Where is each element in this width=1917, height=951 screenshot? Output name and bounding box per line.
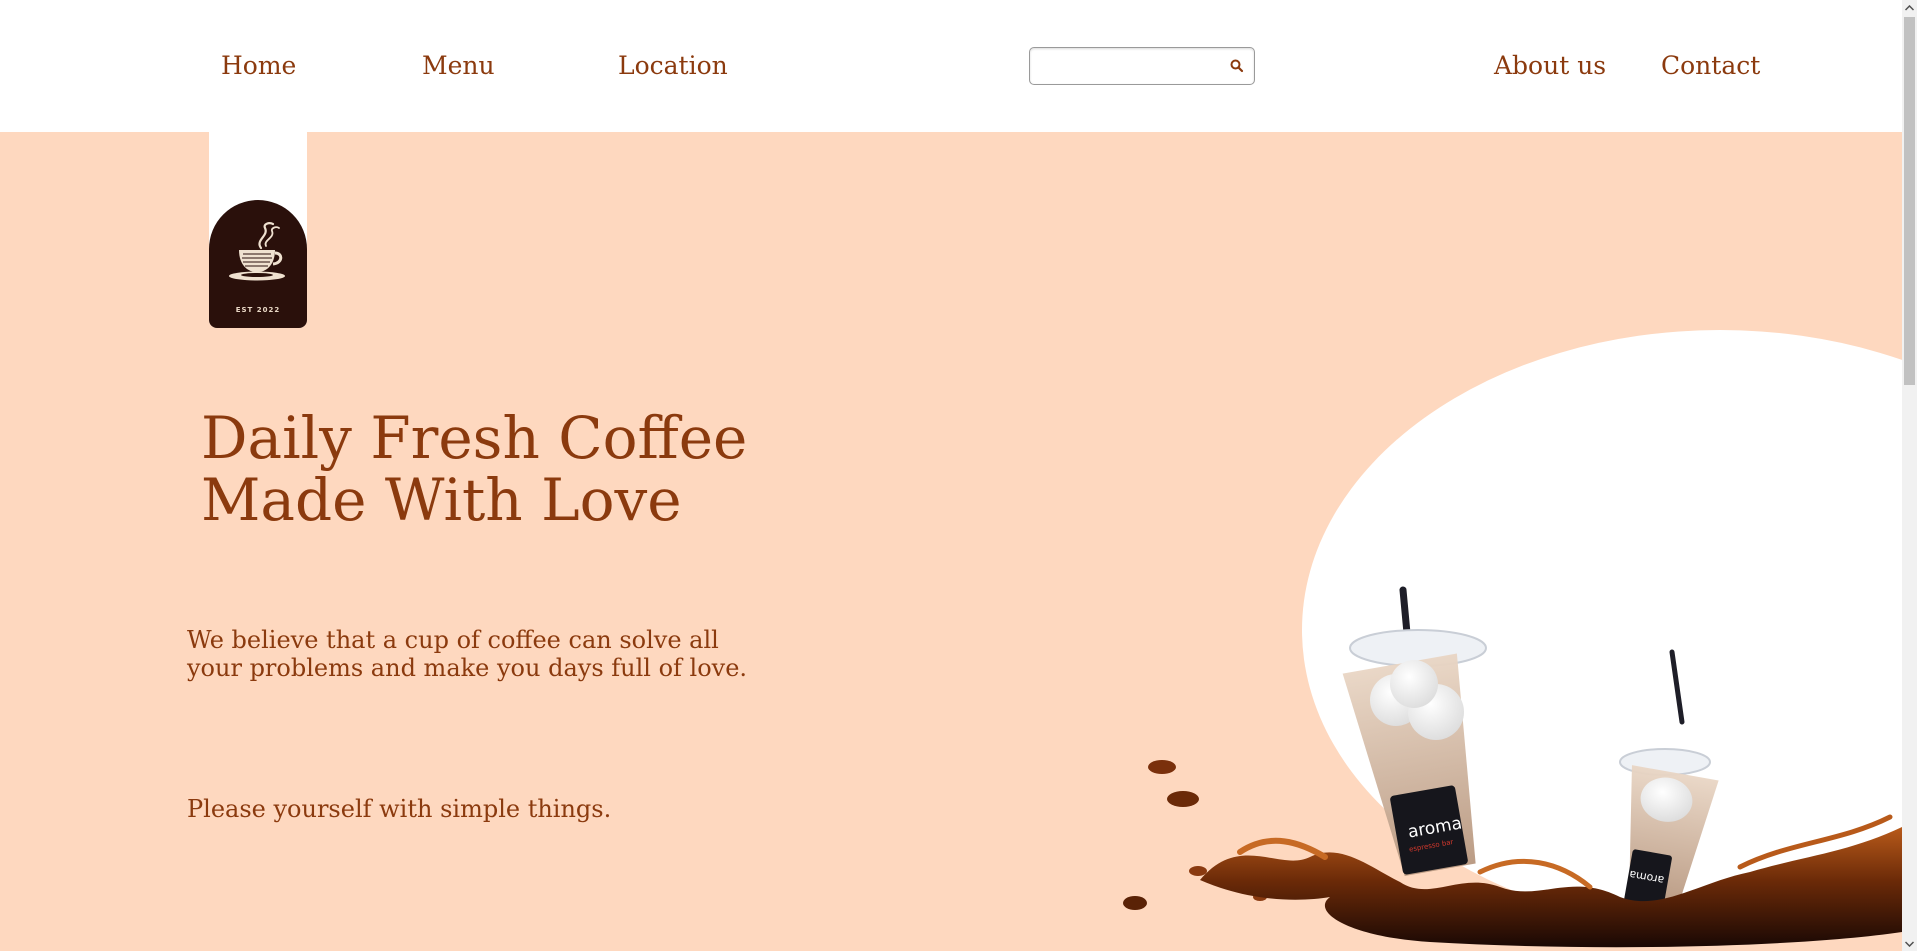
search-box xyxy=(1029,47,1255,85)
hero-subline: Please yourself with simple things. xyxy=(187,795,612,823)
hero-product-image: aroma aroma espresso bar xyxy=(1100,312,1902,951)
tagline-line-1: We believe that a cup of coffee can solv… xyxy=(187,626,719,654)
hero-headline: Daily Fresh Coffee Made With Love xyxy=(201,407,821,531)
headline-line-2: Made With Love xyxy=(201,466,682,534)
search-icon[interactable] xyxy=(1228,57,1246,75)
coffee-cup-icon xyxy=(229,222,285,281)
scrollbar-thumb[interactable] xyxy=(1904,17,1915,385)
nav-menu-link[interactable]: Menu xyxy=(422,48,495,84)
headline-line-1: Daily Fresh Coffee xyxy=(201,404,748,472)
nav-location-link[interactable]: Location xyxy=(618,48,728,84)
site-header: Home Menu Location About us Contact xyxy=(0,0,1902,132)
scroll-down-arrow-icon[interactable] xyxy=(1902,936,1917,951)
scroll-up-arrow-icon[interactable] xyxy=(1902,0,1917,15)
nav-contact-link[interactable]: Contact xyxy=(1661,48,1760,84)
brand-logo[interactable]: EST 2022 xyxy=(209,200,307,328)
nav-home-link[interactable]: Home xyxy=(221,48,296,84)
page-scrollbar[interactable] xyxy=(1902,0,1917,951)
hero-section: EST 2022 Daily Fresh Coffee Made With Lo… xyxy=(0,132,1902,951)
logo-est-text: EST 2022 xyxy=(235,306,281,314)
tagline-line-2: your problems and make you days full of … xyxy=(187,654,748,682)
nav-about-link[interactable]: About us xyxy=(1494,48,1606,84)
search-input[interactable] xyxy=(1036,52,1216,80)
hero-tagline: We believe that a cup of coffee can solv… xyxy=(187,626,767,682)
